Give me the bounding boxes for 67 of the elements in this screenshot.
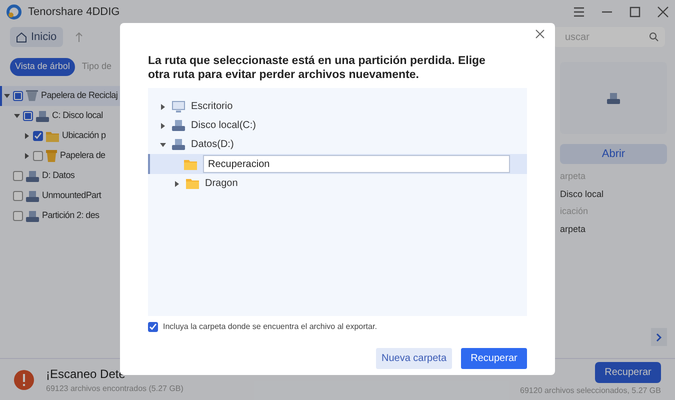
expand-arrow-icon[interactable]: [160, 104, 166, 110]
drive-icon: [26, 210, 39, 222]
expand-arrow-icon[interactable]: [24, 153, 30, 159]
tree-label: Ubicación p: [62, 129, 106, 142]
detail-text: Disco local: [560, 188, 605, 200]
expand-arrow-icon[interactable]: [24, 133, 30, 139]
files-found-text: 69123 archivos encontrados (5.27 GB): [46, 382, 184, 394]
warning-icon: [14, 370, 34, 390]
tree-label: Papelera de Reciclaj: [41, 89, 118, 102]
drive-icon: [36, 110, 49, 122]
drive-icon: [607, 92, 620, 104]
detail-text: icación: [560, 205, 590, 218]
checkbox[interactable]: [13, 191, 23, 201]
close-icon: [535, 29, 545, 39]
files-selected-text: 69120 archivos seleccionados, 5.27 GB: [520, 385, 661, 397]
checkbox[interactable]: [13, 211, 23, 221]
recover-button[interactable]: Recuperar: [595, 362, 661, 383]
collapse-arrow-icon[interactable]: [4, 93, 10, 99]
checkbox[interactable]: [13, 171, 23, 181]
tree-label: Partición 2: des: [42, 209, 100, 222]
search-placeholder: uscar: [565, 30, 590, 44]
window-title: Tenorshare 4DDIG: [28, 4, 120, 20]
app-logo-icon: [6, 4, 22, 20]
collapse-arrow-icon[interactable]: [160, 142, 166, 148]
maximize-icon[interactable]: [629, 6, 641, 18]
folder-name-input[interactable]: Recuperacion: [203, 155, 510, 173]
expand-arrow-icon[interactable]: [160, 122, 166, 128]
tree-label: UnmountedPart: [42, 189, 102, 202]
chevron-right-icon: [656, 332, 662, 342]
tree-label[interactable]: Dragon: [205, 176, 238, 191]
tree-label[interactable]: Disco local(C:): [191, 118, 256, 133]
trash-icon: [46, 150, 57, 162]
drive-icon: [172, 139, 185, 150]
include-folder-label: Incluya la carpeta donde se encuentra el archivo al exportar.: [163, 321, 377, 333]
menu-icon[interactable]: [573, 6, 585, 18]
drive-icon: [172, 120, 185, 131]
checkbox[interactable]: [33, 151, 43, 161]
tree-row[interactable]: Partición 2: des: [0, 206, 200, 226]
search-icon: [649, 32, 659, 42]
tree-label: Papelera de: [60, 149, 106, 162]
close-icon[interactable]: [657, 6, 669, 18]
recycle-bin-icon: [26, 90, 38, 102]
folder-icon: [184, 158, 197, 170]
folder-icon: [46, 130, 59, 142]
collapse-arrow-icon[interactable]: [14, 113, 20, 119]
detail-text: arpeta: [560, 222, 587, 236]
home-icon: [16, 32, 27, 42]
folder-icon: [186, 178, 199, 189]
tree-label[interactable]: Datos(D:): [191, 137, 234, 152]
new-folder-button[interactable]: Nueva carpeta: [376, 348, 452, 369]
tree-row[interactable]: Recuperacion: [148, 154, 527, 174]
drive-icon: [26, 190, 39, 202]
next-button[interactable]: [651, 328, 667, 346]
expand-arrow-icon[interactable]: [174, 180, 180, 186]
view-tab[interactable]: Vista de árbol: [10, 58, 75, 76]
close-button[interactable]: [535, 28, 547, 40]
tree-label: C: Disco local: [52, 109, 103, 122]
home-button[interactable]: Inicio: [10, 27, 63, 47]
dialog-message: La ruta que seleccionaste está en una partición perdida. Elige otra ruta para evitar perder archivos nuevamente.: [148, 54, 486, 82]
checkbox[interactable]: [148, 322, 158, 332]
tree-label: D: Datos: [42, 169, 75, 182]
detail-text: arpeta: [560, 170, 587, 183]
monitor-icon: [172, 100, 185, 112]
tree-row[interactable]: UnmountedPart: [0, 186, 200, 206]
recover-button[interactable]: Recuperar: [461, 348, 527, 369]
checkbox[interactable]: [33, 131, 43, 141]
drive-icon: [26, 170, 39, 182]
